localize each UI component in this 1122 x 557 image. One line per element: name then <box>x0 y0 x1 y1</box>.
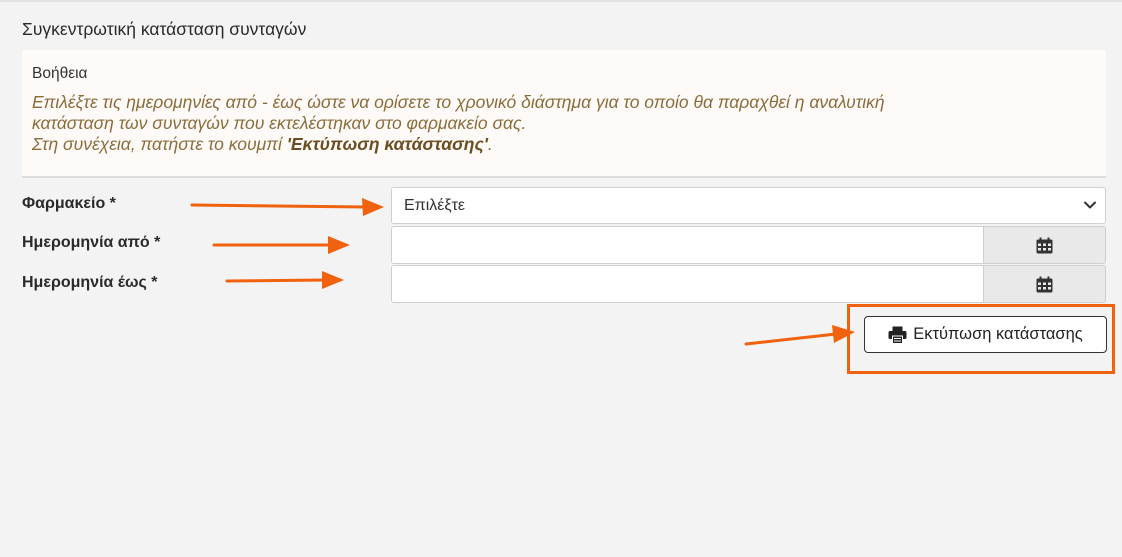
date-from-input[interactable] <box>391 226 983 264</box>
print-report-button[interactable]: Εκτύπωση κατάστασης <box>864 316 1107 353</box>
arrow-to-date-to <box>225 278 328 283</box>
pharmacy-select[interactable]: Επιλέξτε <box>391 187 1106 224</box>
date-to-input[interactable] <box>391 265 983 303</box>
help-line-2: κατάσταση των συνταγών που εκτελέστηκαν … <box>32 113 527 133</box>
help-line-3: Στη συνέχεια, πατήστε το κουμπί 'Εκτύπωσ… <box>32 134 1082 155</box>
arrow-to-print-button <box>744 332 838 346</box>
date-to-calendar-button[interactable] <box>983 265 1106 303</box>
calendar-icon <box>1036 276 1053 292</box>
arrow-head-date-from <box>328 236 350 254</box>
help-line-3-button-name: 'Εκτύπωση κατάστασης' <box>286 134 488 154</box>
arrow-head-pharmacy <box>362 198 384 216</box>
chevron-down-icon <box>1084 201 1096 209</box>
print-report-button-label: Εκτύπωση κατάστασης <box>913 325 1083 343</box>
help-line-1: Επιλέξτε τις ημερομηνίες από - έως ώστε … <box>32 92 885 112</box>
date-from-label: Ημερομηνία από * <box>22 234 161 251</box>
printer-icon <box>888 326 907 344</box>
date-to-label: Ημερομηνία έως * <box>22 274 158 291</box>
pharmacy-label: Φαρμακείο * <box>22 195 116 212</box>
top-divider <box>0 0 1122 2</box>
help-title: Βοήθεια <box>32 65 88 82</box>
date-from-calendar-button[interactable] <box>983 226 1106 264</box>
help-panel: Βοήθεια Επιλέξτε τις ημερομηνίες από - έ… <box>22 50 1106 178</box>
help-line-3-prefix: Στη συνέχεια, πατήστε το κουμπί <box>32 134 287 154</box>
page-title: Συγκεντρωτική κατάσταση συνταγών <box>22 19 307 39</box>
pharmacy-select-value: Επιλέξτε <box>404 197 466 214</box>
help-line-3-suffix: . <box>487 134 493 154</box>
help-text: Επιλέξτε τις ημερομηνίες από - έως ώστε … <box>32 92 1082 155</box>
arrow-to-pharmacy <box>190 203 368 209</box>
arrow-head-date-to <box>322 271 344 289</box>
calendar-icon <box>1036 237 1053 253</box>
